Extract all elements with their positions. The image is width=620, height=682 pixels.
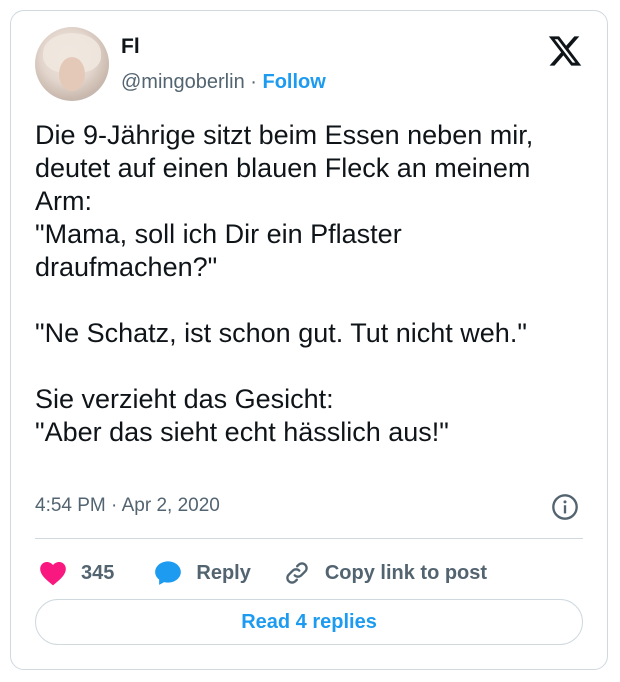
copy-link-button[interactable]: Copy link to post [283,559,487,587]
author-handle[interactable]: @mingoberlin [121,71,245,93]
action-bar: 345 Reply Copy link to post [39,556,487,590]
divider [35,538,583,539]
read-replies-button[interactable]: Read 4 replies [35,599,583,645]
tweet-card: Fl @mingoberlin · Follow Die 9-Jährige s… [10,10,608,670]
like-button[interactable]: 345 [39,560,154,586]
author-name[interactable]: Fl [121,35,140,59]
reply-label: Reply [196,561,251,584]
reply-button[interactable]: Reply [154,560,251,586]
handle-separator: · [250,71,257,93]
avatar-face [59,57,85,91]
follow-button[interactable]: Follow [263,71,326,93]
tweet-text: Die 9-Jährige sitzt beim Essen neben mir… [35,120,534,447]
x-logo-icon[interactable] [547,33,583,69]
link-icon [286,562,308,584]
tweet-timestamp[interactable]: 4:54 PM · Apr 2, 2020 [35,495,220,517]
heart-icon [40,562,66,586]
info-icon[interactable] [551,493,579,521]
handle-row: @mingoberlin · Follow [121,71,326,94]
copy-link-label: Copy link to post [324,561,488,584]
speech-bubble-icon [155,561,182,585]
avatar[interactable] [35,27,109,101]
like-count: 345 [81,561,115,584]
